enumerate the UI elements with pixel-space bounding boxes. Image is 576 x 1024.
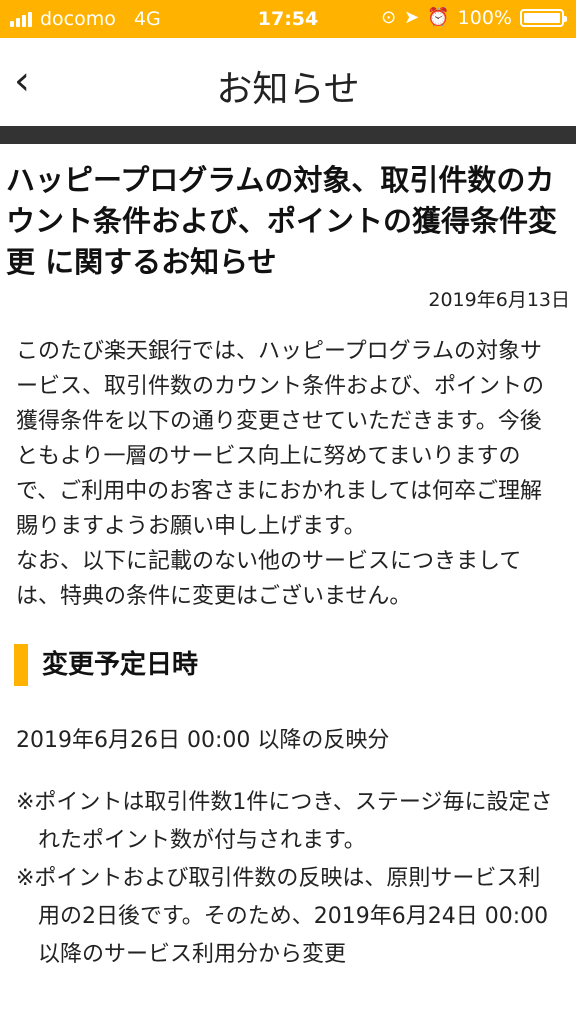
navigation-bar: ‹ お知らせ [0, 38, 576, 126]
status-bar: docomo 4G 17:54 ⊙ ➤ ⏰ 100% [0, 0, 576, 38]
list-item: ※ポイントおよび取引件数の反映は、原則サービス利用の2日後です。そのため、201… [16, 866, 549, 967]
location-arrow-icon: ➤ [404, 7, 420, 28]
battery-icon [520, 9, 567, 27]
article-title: ハッピープログラムの対象、取引件数のカウント条件および、ポイントの獲得条件変更 … [6, 163, 558, 279]
notes-list: ※ポイントは取引件数1件につき、ステージ毎に設定されたポイント数が付与されます。… [0, 758, 576, 974]
battery-percentage: 100% [457, 7, 512, 29]
article-body: このたび楽天銀行では、ハッピープログラムの対象サービス、取引件数のカウント条件お… [16, 339, 545, 609]
article-content: ハッピープログラムの対象、取引件数のカウント条件および、ポイントの獲得条件変更 … [0, 160, 576, 974]
status-right: ⊙ ➤ ⏰ 100% [381, 7, 567, 29]
rotation-lock-icon: ⊙ [381, 7, 397, 28]
alarm-clock-icon: ⏰ [427, 7, 450, 28]
article-date: 2019年6月13日 [428, 289, 570, 311]
list-item: ※ポイントは取引件数1件につき、ステージ毎に設定されたポイント数が付与されます。 [16, 790, 553, 853]
header-divider [0, 126, 576, 144]
page-title: お知らせ [216, 69, 360, 110]
change-date-text: 2019年6月26日 00:00 以降の反映分 [16, 728, 390, 753]
section-heading: 変更予定日時 [14, 644, 576, 686]
